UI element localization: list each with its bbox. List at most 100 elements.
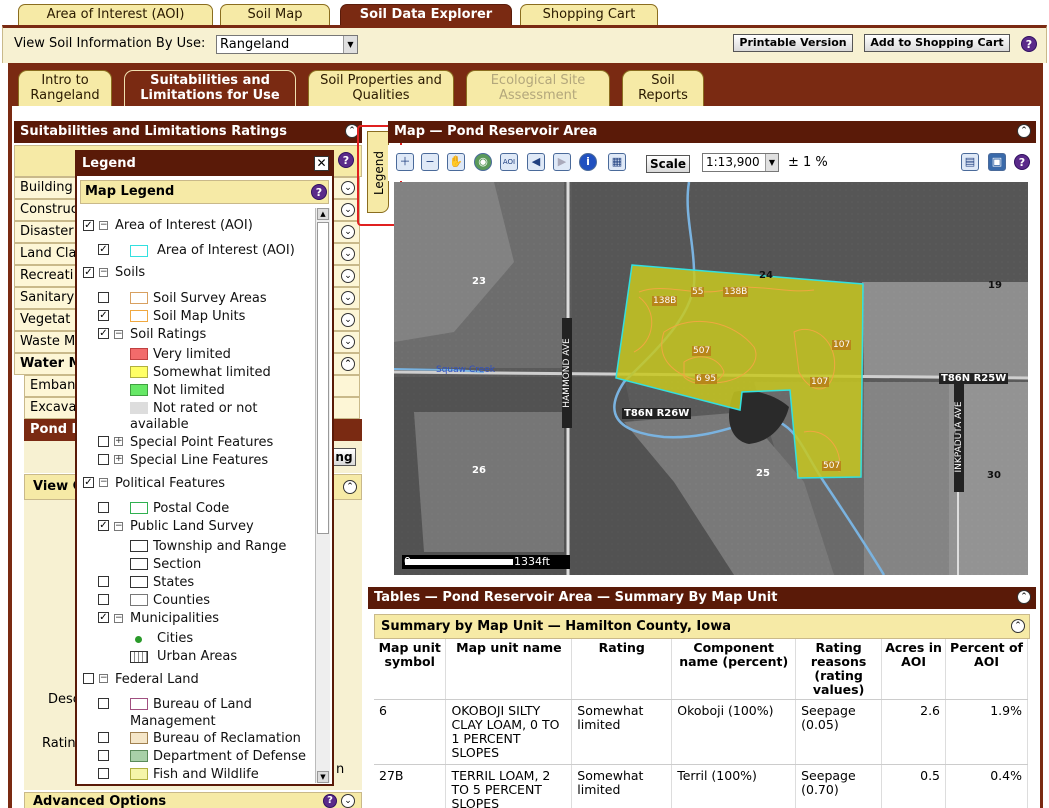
scroll-thumb [317,222,329,534]
map-unit-label: 107 [832,340,852,350]
column-header: Percent of AOI [945,639,1028,700]
expand-toggle[interactable]: + [114,437,123,446]
advanced-options-header[interactable]: Advanced Options [24,792,362,808]
road-label-inkpaduta: INKPADUTA AVE [954,382,964,492]
soil-ratings-checkbox[interactable]: ✓ [98,328,109,339]
very-limited-swatch [130,348,148,360]
info-icon[interactable]: i [579,153,597,171]
scale-button[interactable]: Scale [646,155,690,173]
summary-table: Map unit symbol Map unit name Rating Com… [374,639,1028,808]
use-select[interactable]: Rangeland ▼ [216,35,358,54]
tab-soil-properties[interactable]: Soil Properties and Qualities [308,70,454,106]
municipalities-checkbox[interactable]: ✓ [98,612,109,623]
tab-soil-map[interactable]: Soil Map [220,4,330,26]
table-header-row: Map unit symbol Map unit name Rating Com… [374,639,1028,700]
defense-checkbox[interactable] [98,750,109,761]
soil-survey-swatch [130,292,148,304]
collapse-view-icon[interactable]: ⌃ [343,480,357,494]
tab-aoi[interactable]: Area of Interest (AOI) [18,4,213,26]
collapse-tables-icon[interactable]: ⌃ [1017,590,1031,604]
pan-hand-icon[interactable]: ✋ [447,153,465,171]
zoom-in-icon[interactable]: ＋ [396,153,414,171]
fish-checkbox[interactable] [98,768,109,779]
collapse-toggle[interactable]: − [114,522,123,531]
township-label: T86N R26W [622,408,692,419]
reclamation-checkbox[interactable] [98,732,109,743]
collapse-summary-icon[interactable]: ⌃ [1011,619,1025,633]
aoi-checkbox[interactable]: ✓ [98,244,109,255]
tab-soil-reports[interactable]: Soil Reports [622,70,704,106]
legend-label: Municipalities [130,611,219,626]
printable-version-button[interactable]: Printable Version [733,34,853,52]
soils-checkbox[interactable]: ✓ [83,267,94,278]
column-header: Map unit symbol [374,639,447,700]
soil-map-units-swatch [130,310,148,322]
collapse-toggle[interactable]: − [99,268,108,277]
federal-checkbox[interactable] [83,673,94,684]
legend-label: Political Features [115,476,226,491]
full-extent-icon[interactable]: ◉ [474,153,492,171]
collapse-toggle[interactable]: − [99,221,108,230]
section-label: 23 [472,276,486,287]
public-land-checkbox[interactable]: ✓ [98,520,109,531]
legend-label: Department of Defense [153,749,307,764]
political-checkbox[interactable]: ✓ [83,477,94,488]
collapse-toggle[interactable]: − [114,614,123,623]
tab-intro-rangeland[interactable]: Intro to Rangeland [18,70,112,106]
add-to-cart-button[interactable]: Add to Shopping Cart [864,34,1010,52]
township-label: T86N R25W [939,373,1009,384]
zoom-out-icon[interactable]: − [421,153,439,171]
soil-map-units-checkbox[interactable]: ✓ [98,310,109,321]
special-line-checkbox[interactable] [98,454,109,465]
tab-soil-data-explorer[interactable]: Soil Data Explorer [340,4,512,26]
map-image-icon[interactable]: ▣ [988,153,1006,171]
expand-advanced-icon[interactable]: ⌄ [341,794,355,808]
soil-survey-checkbox[interactable] [98,292,109,303]
scale-select[interactable]: 1:13,900 ▼ [702,153,779,172]
view-rating-button[interactable]: ng [332,448,356,466]
map-view[interactable]: 23 24 19 26 25 30 HAMMOND AVE INKPADUTA … [394,182,1028,575]
section-swatch [130,558,148,570]
column-header: Component name (percent) [671,639,797,700]
column-header: Acres in AOI [881,639,947,700]
zoom-aoi-icon[interactable]: AOI [500,153,518,171]
scale-accuracy: ± 1 % [788,155,828,170]
expand-icon: ⌄ [341,291,355,305]
back-arrow-icon[interactable]: ◀ [527,153,545,171]
help-icon[interactable]: ? [338,152,354,168]
help-icon[interactable]: ? [1021,36,1037,52]
help-icon[interactable]: ? [1014,154,1030,170]
expand-toggle[interactable]: + [114,455,123,464]
layout-icon[interactable]: ▤ [961,153,979,171]
collapse-map-icon[interactable]: ⌃ [1017,124,1031,138]
collapse-toggle[interactable]: − [99,674,108,683]
summary-header: Summary by Map Unit — Hamilton County, I… [374,614,1030,639]
fish-swatch [130,768,148,780]
section-label: 30 [987,470,1001,481]
tab-shopping-cart[interactable]: Shopping Cart [520,4,658,26]
help-icon[interactable]: ? [311,184,327,200]
special-point-checkbox[interactable] [98,436,109,447]
postal-code-checkbox[interactable] [98,502,109,513]
counties-checkbox[interactable] [98,594,109,605]
collapse-toggle[interactable]: − [114,330,123,339]
use-select-value: Rangeland [220,37,290,52]
column-header: Map unit name [445,639,573,700]
tab-suitabilities[interactable]: Suitabilities and Limitations for Use [124,70,296,106]
help-icon[interactable]: ? [323,794,337,808]
legend-label: Public Land Survey [130,519,254,534]
close-icon[interactable]: ✕ [314,156,329,171]
forward-arrow-icon[interactable]: ▶ [553,153,571,171]
collapse-toggle[interactable]: − [99,478,108,487]
map-unit-label: 55 [691,287,705,297]
legend-scrollbar[interactable]: ▲ ▼ [315,208,330,783]
states-checkbox[interactable] [98,576,109,587]
blm-checkbox[interactable] [98,698,109,709]
not-rated-swatch [130,402,148,414]
chevron-down-icon[interactable]: ▼ [765,154,778,171]
chevron-down-icon[interactable]: ▼ [343,36,357,53]
legend-label: Bureau of Land [153,697,252,712]
identify-icon[interactable]: ▦ [608,153,626,171]
aoi-group-checkbox[interactable]: ✓ [83,220,94,231]
legend-title: Legend [77,152,332,176]
